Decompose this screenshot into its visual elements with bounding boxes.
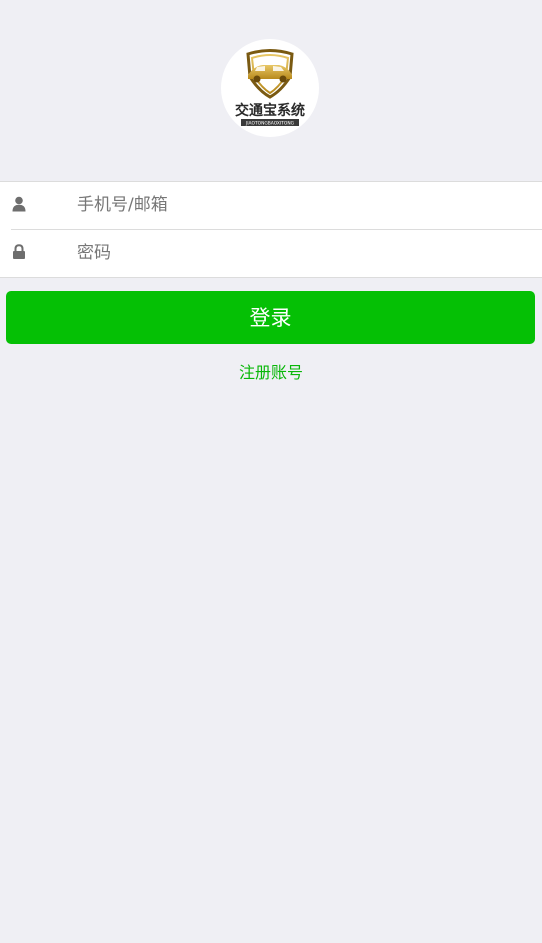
account-input[interactable] [77,190,517,220]
shield-car-logo-icon: 交通宝系统 JIAOTONGBAOXITONG [235,49,305,127]
register-link[interactable]: 注册账号 [0,362,542,384]
logo-sub-text: JIAOTONGBAOXITONG [245,121,295,127]
account-row [0,182,542,230]
app-logo: 交通宝系统 JIAOTONGBAOXITONG [221,39,319,137]
user-icon [12,196,26,212]
password-input[interactable] [77,238,517,268]
login-form [0,181,542,278]
logo-brand-text: 交通宝系统 [235,102,305,119]
login-button[interactable]: 登录 [6,291,535,344]
lock-icon [12,244,26,260]
password-row [0,230,542,278]
